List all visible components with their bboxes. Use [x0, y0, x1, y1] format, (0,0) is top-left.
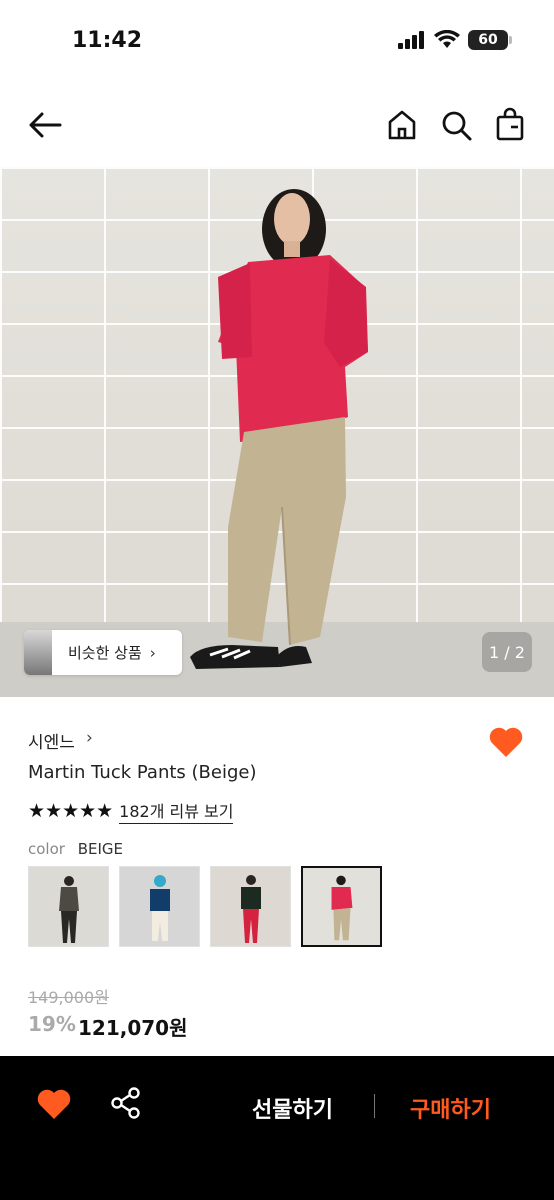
similar-products-button[interactable]: 비슷한 상품 › — [24, 630, 182, 675]
wishlist-heart-icon[interactable] — [488, 726, 524, 758]
rating-row: ★★★★★ 182개 리뷰 보기 — [28, 798, 234, 824]
wifi-icon — [434, 30, 460, 48]
swatch-option-selected[interactable] — [301, 866, 382, 947]
chevron-right-icon[interactable]: › — [86, 728, 93, 748]
color-swatches — [28, 866, 382, 947]
back-arrow-icon[interactable] — [26, 107, 66, 143]
similar-thumbnail — [24, 630, 52, 675]
status-icons: 60 — [398, 30, 512, 50]
similar-label: 비슷한 상품 — [68, 644, 142, 662]
shopping-bag-icon[interactable] — [492, 107, 528, 143]
bottom-action-bar: 선물하기 구매하기 — [0, 1056, 554, 1200]
original-price: 149,000원 — [28, 988, 109, 1007]
rating-stars-icon: ★★★★★ — [28, 800, 114, 822]
chevron-right-icon: › — [149, 643, 156, 662]
status-bar: 11:42 60 — [0, 0, 554, 80]
search-icon[interactable] — [438, 107, 474, 143]
divider — [374, 1094, 375, 1118]
product-name: Martin Tuck Pants (Beige) — [28, 762, 257, 783]
review-link[interactable]: 182개 리뷰 보기 — [119, 798, 234, 824]
share-icon[interactable] — [110, 1086, 142, 1120]
battery-level: 60 — [478, 32, 498, 48]
home-icon[interactable] — [384, 107, 420, 143]
signal-icon — [398, 31, 424, 49]
swatch-option[interactable] — [119, 866, 200, 947]
image-counter: 1 / 2 — [482, 632, 532, 672]
gift-button[interactable]: 선물하기 — [252, 1092, 333, 1124]
swatch-option[interactable] — [28, 866, 109, 947]
color-label: color — [28, 840, 65, 858]
battery-icon: 60 — [468, 30, 512, 50]
sale-price: 121,070원 — [78, 1016, 188, 1040]
buy-button[interactable]: 구매하기 — [410, 1092, 491, 1124]
color-value: BEIGE — [77, 840, 124, 858]
color-row: color BEIGE — [28, 840, 123, 858]
status-time: 11:42 — [72, 28, 143, 53]
top-nav — [0, 95, 554, 155]
heart-icon[interactable] — [36, 1088, 72, 1120]
model-figure — [190, 189, 368, 669]
swatch-option[interactable] — [210, 866, 291, 947]
brand-link[interactable]: 시엔느 — [28, 728, 75, 753]
product-image[interactable]: 비슷한 상품 › 1 / 2 — [0, 167, 554, 697]
discount-rate: 19% — [28, 1012, 76, 1036]
nav-actions — [384, 107, 528, 143]
